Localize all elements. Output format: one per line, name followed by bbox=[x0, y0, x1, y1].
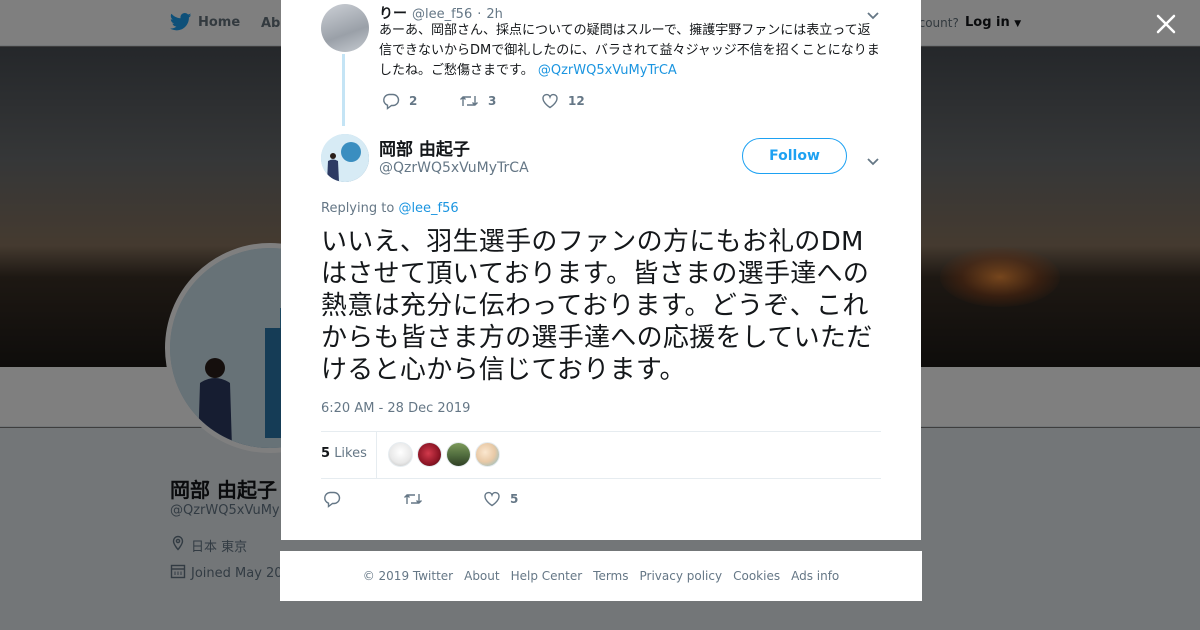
tweet-text: いいえ、羽生選手のファンの方にもお礼のDMはさせて頂いております。皆さまの選手達… bbox=[321, 227, 873, 385]
heart-icon bbox=[541, 92, 559, 110]
reply-icon bbox=[382, 92, 400, 110]
liker-avatar[interactable] bbox=[475, 442, 500, 467]
retweet-button[interactable] bbox=[403, 490, 483, 508]
tweet-timestamp[interactable]: 6:20 AM - 28 Dec 2019 bbox=[321, 401, 470, 416]
divider-top bbox=[321, 431, 881, 432]
replying-prefix: Replying to bbox=[321, 201, 395, 216]
liker-avatar[interactable] bbox=[417, 442, 442, 467]
parent-like-count: 12 bbox=[568, 94, 585, 108]
footer-copyright: © 2019 Twitter bbox=[362, 569, 454, 583]
footer-link-terms[interactable]: Terms bbox=[593, 569, 628, 583]
parent-author-name[interactable]: りー bbox=[379, 3, 407, 23]
parent-reply-count: 2 bbox=[409, 94, 418, 108]
close-icon[interactable] bbox=[1154, 12, 1178, 36]
reply-button[interactable] bbox=[323, 490, 403, 508]
parent-reply-button[interactable]: 2 bbox=[382, 92, 459, 110]
replying-to-line: Replying to @lee_f56 bbox=[321, 201, 459, 216]
separator-dot: · bbox=[477, 7, 482, 22]
parent-like-button[interactable]: 12 bbox=[541, 92, 585, 110]
parent-tweet-mention-link[interactable]: @QzrWQ5xVuMyTrCA bbox=[538, 63, 677, 78]
footer-link-ads-info[interactable]: Ads info bbox=[791, 569, 839, 583]
heart-icon bbox=[483, 490, 501, 508]
liker-avatar[interactable] bbox=[388, 442, 413, 467]
parent-tweet-text: あーあ、岡部さん、採点についての疑問はスルーで、擁護宇野ファンには表立って返信で… bbox=[379, 21, 881, 81]
likes-summary[interactable]: 5 Likes bbox=[321, 446, 367, 461]
footer-link-cookies[interactable]: Cookies bbox=[733, 569, 780, 583]
likes-label: Likes bbox=[334, 446, 367, 461]
parent-more-chevron-down-icon[interactable] bbox=[866, 6, 880, 20]
like-count: 5 bbox=[510, 492, 519, 506]
footer-link-privacy[interactable]: Privacy policy bbox=[640, 569, 723, 583]
likes-number: 5 bbox=[321, 446, 331, 461]
tweet-author-handle[interactable]: @QzrWQ5xVuMyTrCA bbox=[379, 160, 529, 176]
likes-separator bbox=[376, 432, 377, 478]
footer-link-help-center[interactable]: Help Center bbox=[511, 569, 583, 583]
parent-retweet-count: 3 bbox=[488, 94, 497, 108]
avatar-photo-icon bbox=[321, 134, 369, 182]
parent-author-handle[interactable]: @lee_f56 bbox=[412, 7, 472, 22]
parent-tweet-header: りー @lee_f56 · 2h bbox=[379, 3, 503, 23]
parent-retweet-button[interactable]: 3 bbox=[459, 92, 541, 110]
retweet-icon bbox=[403, 490, 423, 508]
retweet-icon bbox=[459, 92, 479, 110]
footer-link-about[interactable]: About bbox=[464, 569, 499, 583]
tweet-actions: 5 bbox=[323, 490, 518, 508]
tweet-author-avatar[interactable] bbox=[321, 134, 369, 182]
divider-bottom bbox=[321, 478, 881, 479]
parent-tweet-actions: 2 3 12 bbox=[382, 92, 585, 110]
tweet-more-chevron-down-icon[interactable] bbox=[866, 152, 880, 166]
replying-to-link[interactable]: @lee_f56 bbox=[398, 201, 458, 216]
tweet-author-name[interactable]: 岡部 由起子 bbox=[379, 135, 470, 160]
liker-avatar[interactable] bbox=[446, 442, 471, 467]
parent-tweet-avatar[interactable] bbox=[321, 4, 369, 52]
thread-connector-line bbox=[342, 54, 345, 126]
modal-footer: © 2019 Twitter About Help Center Terms P… bbox=[280, 551, 922, 601]
follow-button[interactable]: Follow bbox=[742, 138, 847, 174]
parent-tweet-time[interactable]: 2h bbox=[486, 7, 503, 22]
liker-avatars bbox=[388, 442, 500, 467]
reply-icon bbox=[323, 490, 341, 508]
like-button[interactable]: 5 bbox=[483, 490, 518, 508]
